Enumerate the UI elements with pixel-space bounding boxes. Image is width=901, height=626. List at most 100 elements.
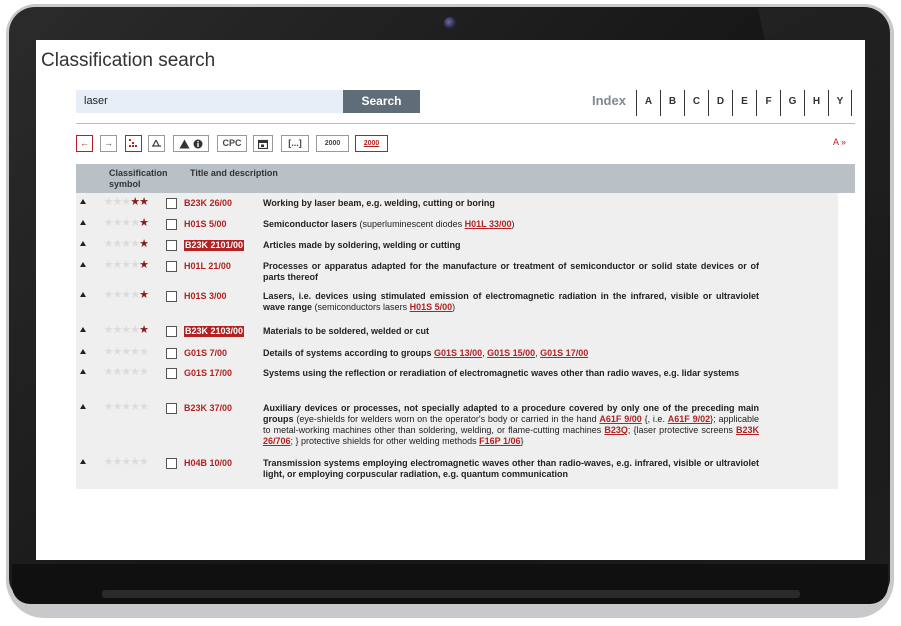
classification-symbol-link[interactable]: H01L 21/00 [184,261,231,272]
row-checkbox[interactable] [166,368,177,379]
row-title: Details of systems according to groups [263,348,435,358]
relevance-stars: ★ ★ ★ ★ ★ [96,196,149,208]
reference-link[interactable]: G01S 17/00 [540,348,588,358]
expand-up-icon[interactable] [80,241,86,246]
info-icon [193,139,203,149]
reference-link[interactable]: G01S 15/00 [487,348,535,358]
row-description: Working by laser beam, e.g. welding, cut… [263,198,759,209]
star-icon: ★ [121,401,131,413]
description-text: ; {laser protective screens [627,425,736,435]
expand-up-icon[interactable] [80,459,86,464]
back-button[interactable]: ← [76,135,93,152]
star-icon: ★ [139,346,149,358]
row-checkbox[interactable] [166,348,177,359]
star-icon: ★ [103,401,114,413]
ellipsis-button[interactable]: [...] [281,135,309,152]
reference-link[interactable]: B23Q [604,425,628,435]
index-letter-a[interactable]: A [636,90,660,116]
expand-up-icon[interactable] [80,199,86,204]
row-checkbox[interactable] [166,291,177,302]
expand-up-icon[interactable] [80,292,86,297]
row-checkbox[interactable] [166,326,177,337]
star-icon: ★ [121,238,131,250]
star-icon: ★ [103,366,114,378]
reference-link[interactable]: F16P 1/06 [479,436,520,446]
tree-button[interactable] [148,135,165,152]
results-table: ★ ★ ★ ★ ★ B23K 26/00 Working by laser beam, e.… [76,193,838,489]
cpc-button[interactable]: CPC [217,135,247,152]
reference-link[interactable]: H01L 33/00 [465,219,512,229]
star-icon: ★ [130,196,140,208]
row-checkbox[interactable] [166,219,177,230]
relevance-stars: ★ ★ ★ ★ ★ [96,324,149,336]
index-letter-g[interactable]: G [780,90,804,116]
index-letter-b[interactable]: B [660,90,684,116]
row-description: Systems using the reflection or reradiat… [263,368,759,379]
row-checkbox[interactable] [166,403,177,414]
relevance-stars: ★ ★ ★ ★ ★ [96,289,149,301]
search-button[interactable]: Search [343,90,420,113]
index-letter-d[interactable]: D [708,90,732,116]
row-checkbox[interactable] [166,458,177,469]
expand-up-icon[interactable] [80,404,86,409]
star-icon: ★ [139,324,149,336]
reference-link[interactable]: G01S 13/00 [434,348,482,358]
star-icon: ★ [112,456,123,468]
star-icon: ★ [103,238,114,250]
row-title: Transmission systems employing electroma… [263,458,759,479]
version-current-button[interactable]: 2000 [355,135,388,152]
expand-up-icon[interactable] [80,327,86,332]
expand-up-icon[interactable] [80,220,86,225]
relevance-stars: ★ ★ ★ ★ ★ [96,401,149,413]
calendar-button[interactable] [253,135,273,152]
expand-up-icon[interactable] [80,349,86,354]
search-input[interactable] [76,90,344,113]
classification-symbol-link[interactable]: H04B 10/00 [184,458,232,469]
version-old-button[interactable]: 2000 [316,135,349,152]
index-letter-c[interactable]: C [684,90,708,116]
classification-symbol-link[interactable]: B23K 37/00 [184,403,232,414]
expand-up-icon[interactable] [80,262,86,267]
row-checkbox[interactable] [166,198,177,209]
hierarchy-button[interactable] [125,135,142,152]
classification-symbol-link[interactable]: H01S 5/00 [184,219,227,230]
classification-symbol-link[interactable]: H01S 3/00 [184,291,227,302]
reference-link[interactable]: A61F 9/02 [668,414,710,424]
index-letter-h[interactable]: H [804,90,828,116]
reference-link[interactable]: A61F 9/00 [599,414,641,424]
star-icon: ★ [103,289,114,301]
forward-button[interactable]: → [100,135,117,152]
relevance-stars: ★ ★ ★ ★ ★ [96,366,149,378]
star-icon: ★ [121,366,131,378]
star-icon: ★ [130,217,140,229]
warning-info-button[interactable] [173,135,209,152]
index-letter-f[interactable]: F [756,90,780,116]
star-icon: ★ [121,289,131,301]
star-icon: ★ [103,196,114,208]
description-text: ; } protective shields for other welding… [290,436,480,446]
star-icon: ★ [139,196,149,208]
star-icon: ★ [112,366,123,378]
star-icon: ★ [121,324,131,336]
classification-symbol-link[interactable]: G01S 7/00 [184,348,227,359]
index-letter-e[interactable]: E [732,90,756,116]
star-icon: ★ [130,259,140,271]
row-title: Semiconductor lasers [263,219,358,229]
star-icon: ★ [112,324,123,336]
classification-symbol-link[interactable]: B23K 2101/00 [184,240,245,251]
classification-symbol-link[interactable]: B23K 26/00 [184,198,232,209]
header-symbol-line2: symbol [109,179,141,189]
row-description: Details of systems according to groups G… [263,348,759,359]
index-letter-y[interactable]: Y [828,90,852,116]
webcam-icon [444,17,456,29]
star-icon: ★ [139,366,149,378]
relevance-stars: ★ ★ ★ ★ ★ [96,259,149,271]
row-checkbox[interactable] [166,261,177,272]
row-checkbox[interactable] [166,240,177,251]
next-section-link[interactable]: A » [833,137,846,147]
expand-up-icon[interactable] [80,369,86,374]
reference-link[interactable]: H01S 5/00 [410,302,453,312]
star-icon: ★ [103,217,114,229]
classification-symbol-link[interactable]: B23K 2103/00 [184,326,245,337]
classification-symbol-link[interactable]: G01S 17/00 [184,368,232,379]
